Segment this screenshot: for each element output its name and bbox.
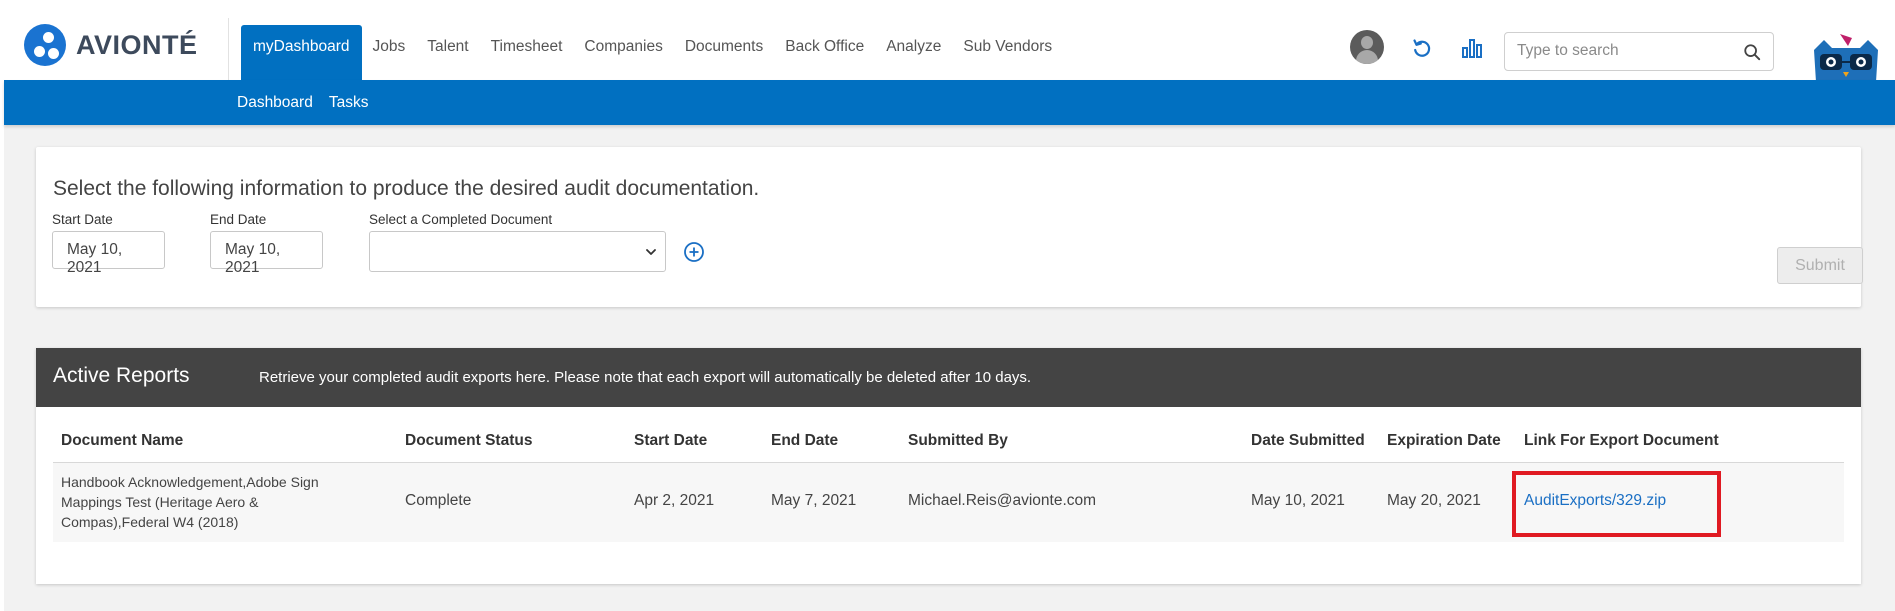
chevron-down-icon — [646, 249, 656, 255]
column-header-submitted-by[interactable]: Submitted By — [908, 432, 1008, 450]
end-date-field[interactable]: May 10, 2021 — [210, 231, 323, 276]
active-reports-panel: Active Reports Retrieve your completed a… — [36, 348, 1861, 584]
nav-item-back-office[interactable]: Back Office — [774, 25, 875, 80]
reports-title: Active Reports — [53, 364, 190, 387]
column-header-expiration-date[interactable]: Expiration Date — [1387, 432, 1501, 450]
cell-document-name: Handbook Acknowledgement,Adobe Sign Mapp… — [61, 474, 319, 530]
cell-expiration-date: May 20, 2021 — [1387, 492, 1481, 509]
global-search[interactable] — [1504, 32, 1774, 71]
bar-chart-icon[interactable] — [1460, 36, 1484, 60]
add-circle-icon[interactable] — [683, 241, 705, 263]
cell-submitted-by: Michael.Reis@avionte.com — [908, 492, 1097, 509]
nav-item-talent[interactable]: Talent — [416, 25, 479, 80]
search-icon[interactable] — [1743, 43, 1761, 61]
start-date-field[interactable]: May 10, 2021 — [52, 231, 165, 276]
column-header-document-status[interactable]: Document Status — [405, 432, 532, 450]
column-header-start-date[interactable]: Start Date — [634, 432, 707, 450]
highlight-box — [1512, 471, 1721, 537]
audit-panel-title: Select the following information to prod… — [53, 177, 760, 200]
cell-end-date: May 7, 2021 — [771, 492, 857, 509]
cell-start-date: Apr 2, 2021 — [634, 492, 715, 509]
end-date-label: End Date — [210, 212, 267, 227]
column-header-date-submitted[interactable]: Date Submitted — [1251, 432, 1365, 450]
subnav-item-dashboard[interactable]: Dashboard — [237, 94, 313, 112]
app-window: AVIONTÉ myDashboard Jobs Talent Timeshee… — [4, 0, 1895, 611]
main-nav: myDashboard Jobs Talent Timesheet Compan… — [241, 25, 1063, 80]
cell-document-status: Complete — [405, 492, 472, 509]
nav-item-sub-vendors[interactable]: Sub Vendors — [952, 25, 1063, 80]
top-navbar: AVIONTÉ myDashboard Jobs Talent Timeshee… — [4, 0, 1895, 82]
audit-request-panel: Select the following information to prod… — [36, 147, 1863, 307]
sub-nav: Dashboard Tasks — [237, 94, 368, 112]
subnav-item-tasks[interactable]: Tasks — [329, 94, 369, 112]
nav-item-analyze[interactable]: Analyze — [875, 25, 952, 80]
sub-navbar: Dashboard Tasks — [4, 80, 1895, 125]
nav-item-jobs[interactable]: Jobs — [362, 25, 417, 80]
brand-logo[interactable]: AVIONTÉ — [24, 24, 198, 66]
refresh-icon[interactable] — [1410, 36, 1434, 60]
submit-button[interactable]: Submit — [1777, 247, 1863, 284]
cell-date-submitted: May 10, 2021 — [1251, 492, 1345, 509]
reports-header: Active Reports Retrieve your completed a… — [36, 348, 1861, 407]
column-header-document-name[interactable]: Document Name — [61, 432, 183, 450]
reports-note: Retrieve your completed audit exports he… — [259, 369, 1032, 386]
nav-divider — [228, 18, 229, 80]
search-input[interactable] — [1517, 42, 1737, 60]
nav-item-mydashboard[interactable]: myDashboard — [241, 25, 362, 80]
column-header-end-date[interactable]: End Date — [771, 432, 838, 450]
nav-item-timesheet[interactable]: Timesheet — [480, 25, 574, 80]
nav-item-documents[interactable]: Documents — [674, 25, 774, 80]
owl-mascot-icon — [1814, 34, 1878, 82]
column-header-export-link[interactable]: Link For Export Document — [1524, 432, 1719, 450]
brand-name: AVIONTÉ — [76, 29, 198, 60]
user-avatar-icon[interactable] — [1350, 30, 1384, 64]
start-date-label: Start Date — [52, 212, 113, 227]
completed-document-label: Select a Completed Document — [369, 212, 553, 227]
completed-document-select[interactable] — [369, 231, 666, 272]
avionte-logo-icon — [24, 24, 66, 66]
nav-item-companies[interactable]: Companies — [573, 25, 673, 80]
